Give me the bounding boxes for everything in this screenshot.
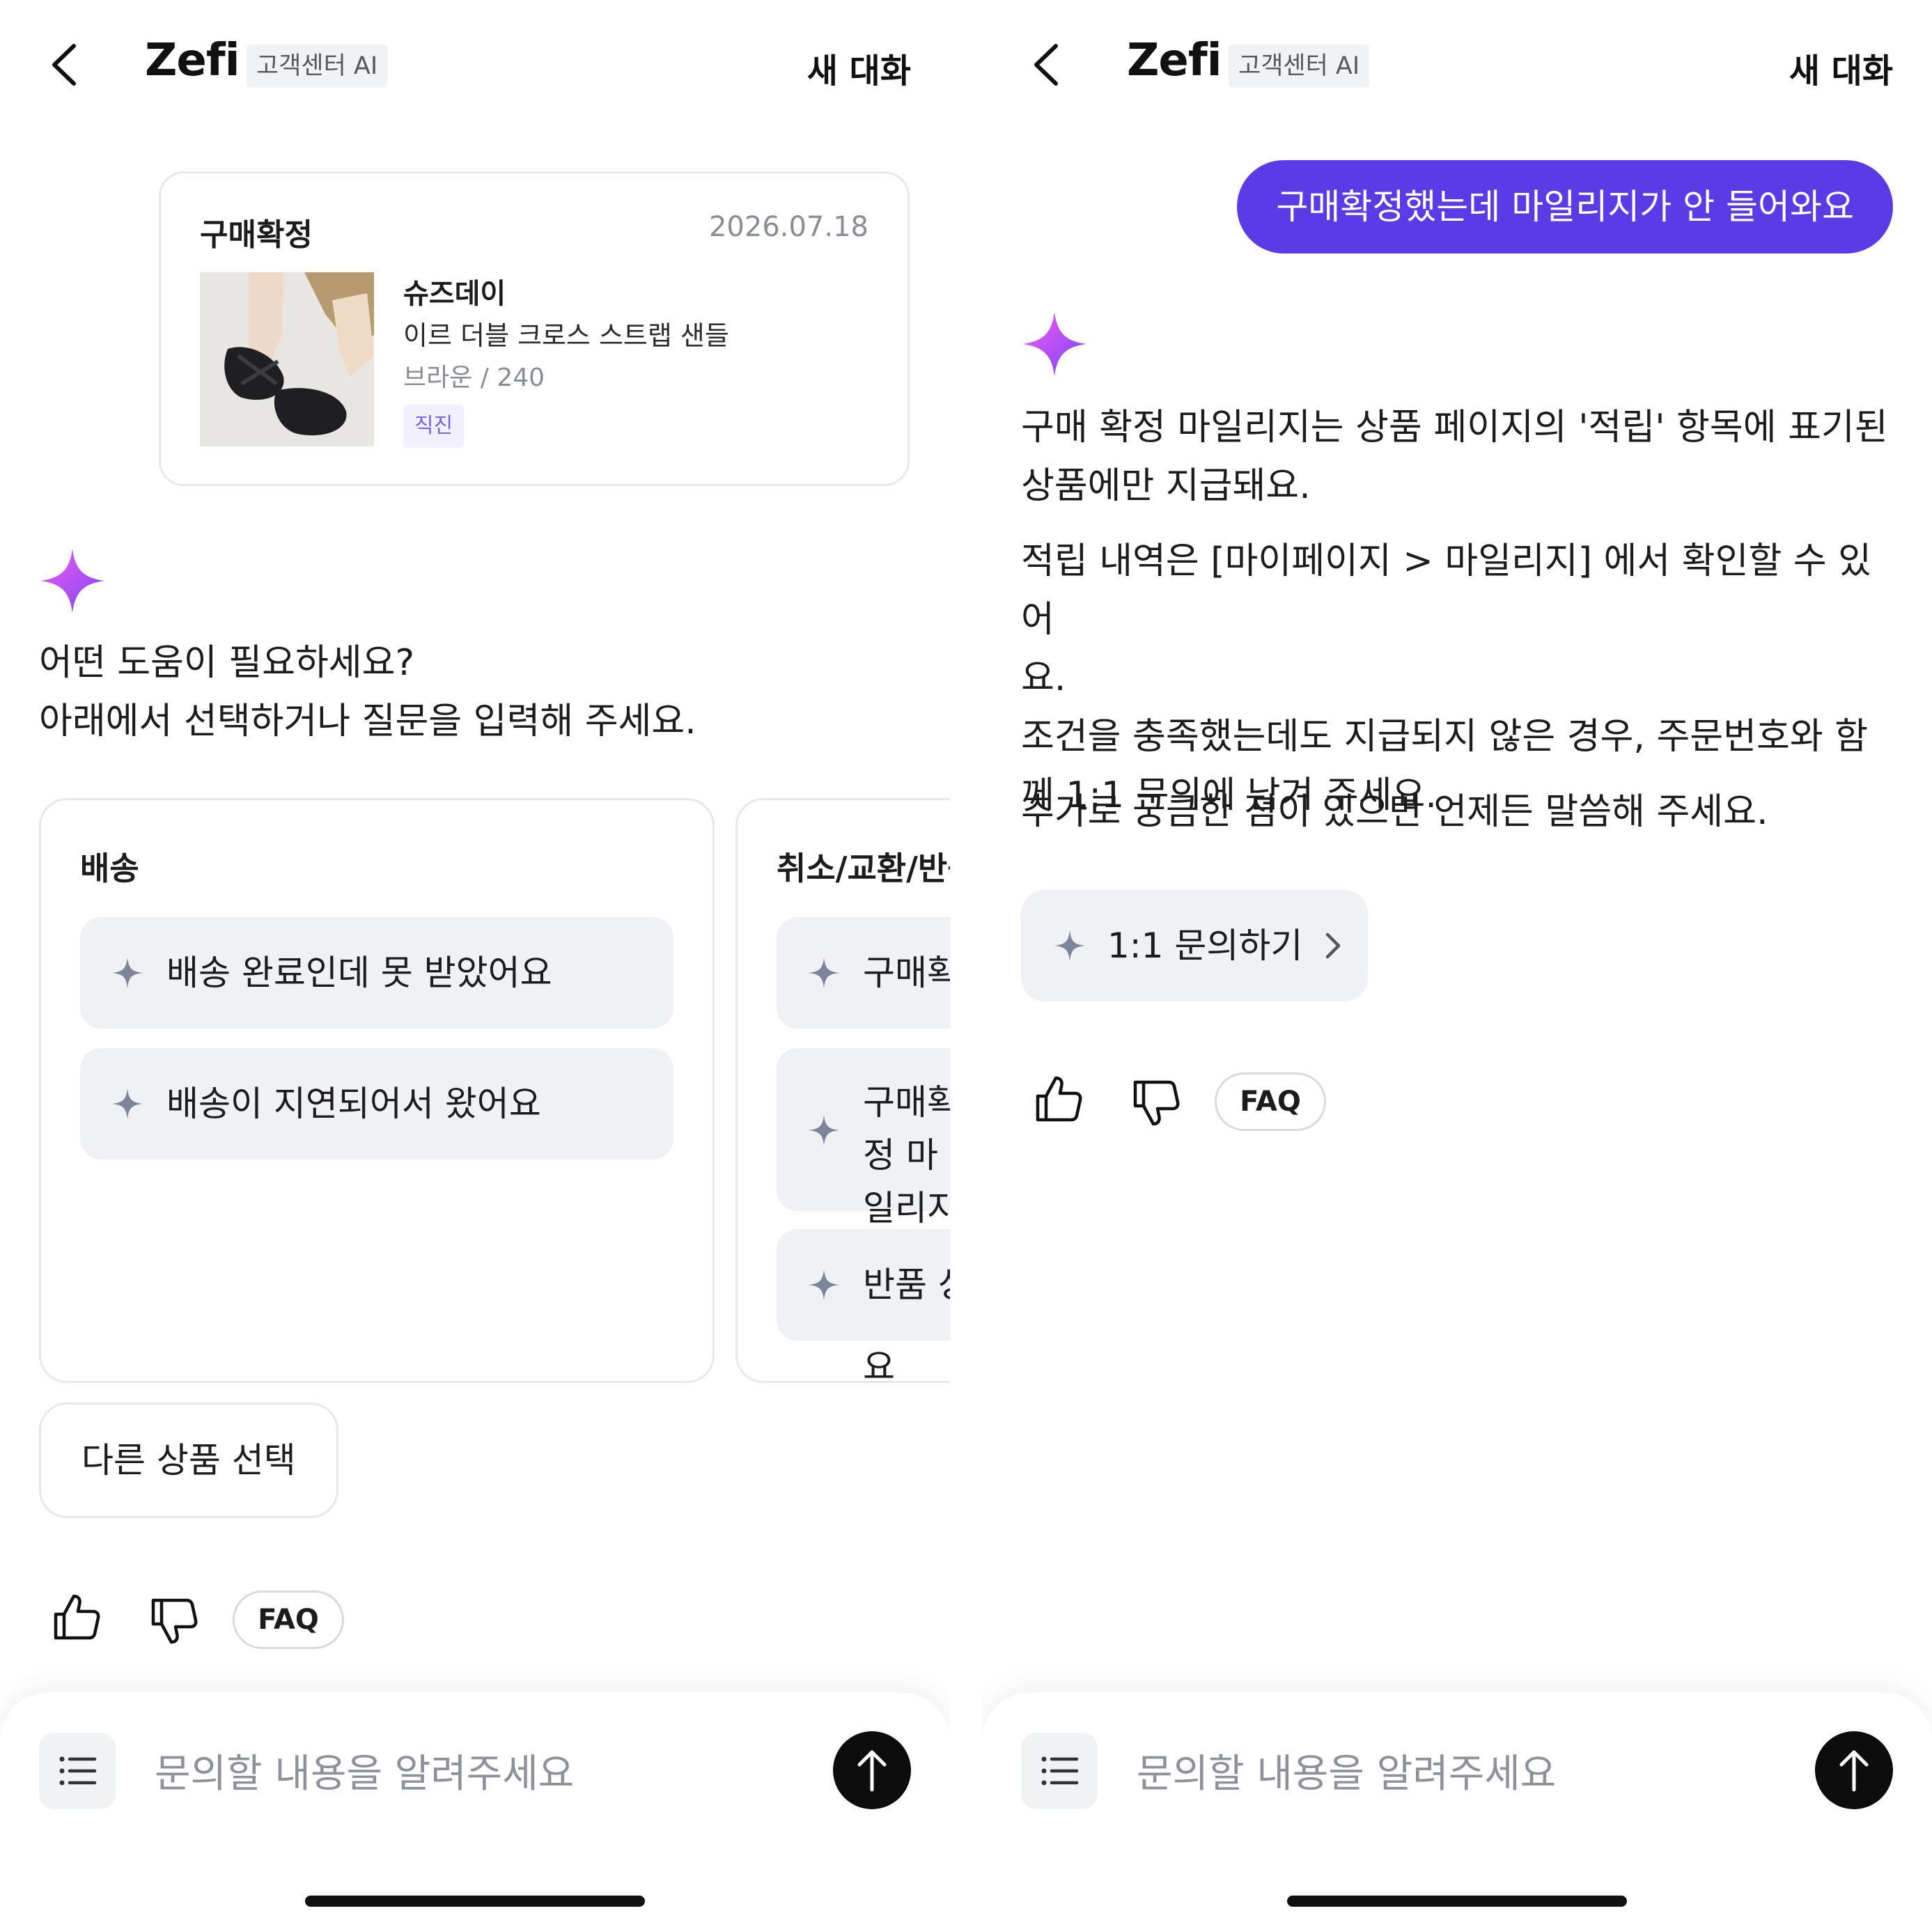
chip-label: 구매확정 (863, 953, 950, 993)
quick-reply-chip[interactable]: 구매확정 마일리지가 안 들어와요 (777, 1048, 950, 1381)
inquiry-button-label: 1:1 문의하기 (1107, 926, 1303, 966)
assistant-answer-paragraph: 적립 내역은 [마이페이지 > 마일리지] 에서 확인할 수 있어 요. 조건을… (1021, 532, 1899, 825)
header: Zefi 고객센터 AI 새 대화 (982, 0, 1932, 132)
send-arrow-icon (857, 1750, 887, 1792)
chat-screen-left: Zefi 고객센터 AI 새 대화 구매확정 2026.07.18 슈즈데이 이… (0, 0, 950, 1929)
inquiry-button[interactable]: 1:1 문의하기 (1021, 890, 1368, 1001)
chat-screen-right: Zefi 고객센터 AI 새 대화 구매확정했는데 마일리지가 안 들어와요 구… (982, 0, 1932, 1929)
menu-list-icon (1041, 1756, 1079, 1786)
answer-line: 조건을 충족했는데도 지급되지 않은 경우, 주문번호와 함 (1021, 716, 1869, 758)
sparkle-icon (112, 1088, 143, 1119)
thumbs-up-icon[interactable] (1032, 1072, 1085, 1125)
new-chat-button[interactable]: 새 대화 (807, 43, 911, 92)
other-product-button[interactable]: 다른 상품 선택 (39, 1403, 338, 1518)
product-tag: 직진 (403, 405, 465, 448)
product-name: 이르 더블 크로스 스트랩 샌들 (403, 320, 729, 351)
category-title: 취소/교환/반품 (777, 850, 950, 887)
greeting-line-2: 아래에서 선택하거나 질문을 입력해 주세요. (39, 701, 696, 742)
message-input[interactable]: 문의할 내용을 알려주세요 (155, 1742, 574, 1799)
menu-list-button[interactable] (39, 1733, 116, 1809)
product-thumbnail (200, 272, 374, 446)
chip-label: 배송이 지연되어서 왔어요 (166, 1084, 541, 1124)
thumbs-up-icon[interactable] (50, 1591, 103, 1643)
app-logo: Zefi (145, 35, 240, 86)
order-status: 구매확정 (200, 217, 313, 253)
category-title: 배송 (80, 850, 139, 887)
product-brand: 슈즈데이 (403, 278, 506, 310)
thumbs-down-icon[interactable] (148, 1595, 201, 1648)
assistant-answer-paragraph: 추가로 궁금한 점이 있으면 언제든 말씀해 주세요. (1021, 783, 1899, 841)
new-chat-button[interactable]: 새 대화 (1789, 43, 1893, 92)
greeting-line-1: 어떤 도움이 필요하세요? (39, 642, 415, 684)
category-card-delivery: 배송 배송 완료인데 못 받았어요 배송이 지연되어서 왔어요 (39, 798, 715, 1383)
quick-reply-chip[interactable]: 배송이 지연되어서 왔어요 (80, 1048, 673, 1159)
answer-line: 요. (1021, 657, 1066, 699)
assistant-greeting: 어떤 도움이 필요하세요? 아래에서 선택하거나 질문을 입력해 주세요. (39, 634, 696, 751)
send-button[interactable] (833, 1731, 911, 1809)
chip-label: 반품 상태 (863, 1265, 950, 1305)
menu-list-button[interactable] (1021, 1733, 1098, 1809)
back-arrow-icon[interactable] (1024, 40, 1073, 89)
header-badge: 고객센터 AI (1229, 45, 1370, 88)
ai-sparkle-icon (40, 549, 104, 613)
ai-sparkle-icon (1022, 312, 1086, 376)
chip-label: 배송 완료인데 못 받았어요 (166, 953, 552, 993)
message-input[interactable]: 문의할 내용을 알려주세요 (1137, 1742, 1556, 1799)
faq-button[interactable]: FAQ (233, 1591, 344, 1649)
app-logo: Zefi (1127, 35, 1222, 86)
faq-button[interactable]: FAQ (1215, 1072, 1326, 1131)
message-input-bar: 문의할 내용을 알려주세요 (0, 1692, 950, 1929)
answer-line: 상품에만 지급돼요. (1021, 465, 1311, 507)
product-card[interactable]: 구매확정 2026.07.18 슈즈데이 이르 더블 크로스 스트랩 샌들 브라… (159, 171, 910, 486)
chevron-right-icon (1325, 932, 1341, 959)
home-indicator (1287, 1896, 1627, 1907)
home-indicator (305, 1896, 645, 1907)
send-button[interactable] (1815, 1731, 1893, 1809)
answer-line: 적립 내역은 [마이페이지 > 마일리지] 에서 확인할 수 있어 (1021, 540, 1872, 641)
header: Zefi 고객센터 AI 새 대화 (0, 0, 950, 132)
category-card-cancel-return: 취소/교환/반품 구매확정 구매확정 마일리지가 안 들어와요 반품 상태 (735, 798, 950, 1383)
answer-line: 구매 확정 마일리지는 상품 페이지의 '적립' 항목에 표기된 (1021, 407, 1888, 448)
sparkle-icon (112, 958, 143, 988)
send-arrow-icon (1839, 1750, 1869, 1792)
quick-reply-chip[interactable]: 배송 완료인데 못 받았어요 (80, 917, 673, 1029)
quick-reply-chip[interactable]: 반품 상태 (777, 1229, 950, 1341)
user-message-bubble: 구매확정했는데 마일리지가 안 들어와요 (1237, 160, 1893, 253)
thumbs-down-icon[interactable] (1130, 1077, 1183, 1130)
order-date: 2026.07.18 (708, 211, 868, 243)
message-input-bar: 문의할 내용을 알려주세요 (982, 1692, 1932, 1929)
quick-reply-chip[interactable]: 구매확정 (777, 917, 950, 1029)
sparkle-icon (809, 958, 839, 988)
back-arrow-icon[interactable] (42, 40, 91, 89)
answer-line: 추가로 궁금한 점이 있으면 언제든 말씀해 주세요. (1021, 791, 1768, 833)
sparkle-icon (809, 1115, 839, 1146)
sparkle-icon (809, 1270, 839, 1300)
product-option: 브라운 / 240 (403, 364, 545, 392)
header-badge: 고객센터 AI (247, 45, 388, 88)
assistant-answer-paragraph: 구매 확정 마일리지는 상품 페이지의 '적립' 항목에 표기된 상품에만 지급… (1021, 398, 1899, 515)
menu-list-icon (59, 1756, 97, 1786)
sparkle-icon (1054, 930, 1085, 961)
